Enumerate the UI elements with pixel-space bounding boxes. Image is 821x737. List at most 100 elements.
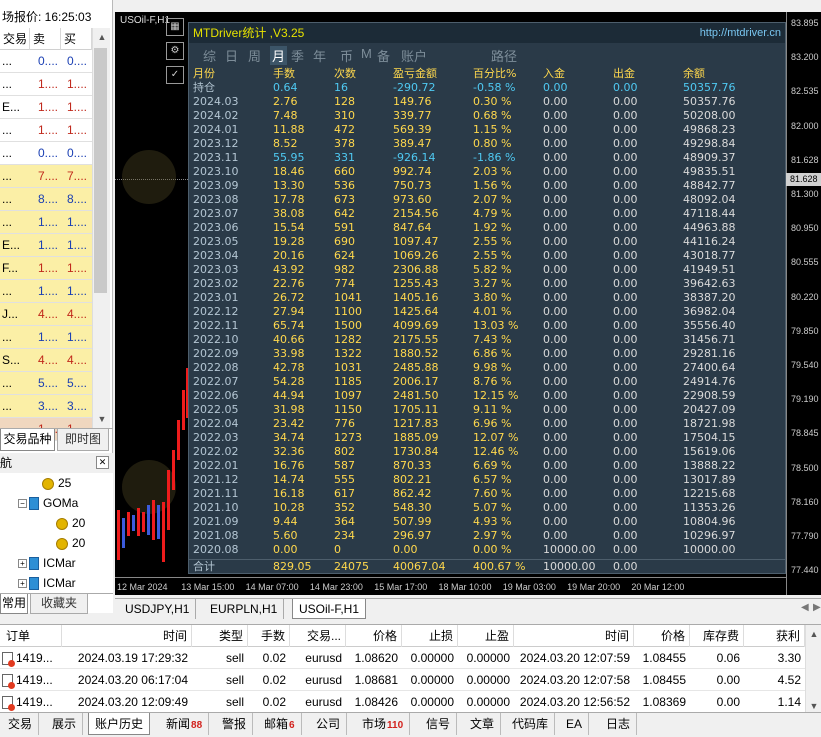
close-icon[interactable]: ✕ (96, 456, 109, 469)
column-header[interactable]: 价格 (634, 625, 690, 647)
table-row[interactable]: 1419... 2024.03.20 06:17:04 sell 0.02 eurusd… (0, 669, 805, 691)
settings-icon[interactable]: ⚙ (166, 42, 184, 60)
tree-item[interactable]: + ICMar (18, 553, 76, 573)
cell-text: 0.02 (262, 695, 286, 709)
tab-common[interactable]: 常用 (0, 594, 28, 614)
cell: 331 (334, 151, 355, 164)
scroll-up-icon[interactable]: ▲ (807, 627, 821, 641)
list-item[interactable]: ... 7.... 7.... (0, 165, 92, 188)
symbol-name: ... (2, 54, 13, 68)
tree-item[interactable]: 25 (42, 473, 71, 493)
cell: 16 (334, 81, 348, 94)
terminal-tab[interactable]: EA (560, 713, 590, 735)
column-symbol[interactable]: 交易 (0, 28, 30, 50)
list-item[interactable]: J... 4.... 4.... (0, 303, 92, 326)
tabs-scroll-right-icon[interactable]: ▶ (813, 602, 821, 613)
table-row[interactable]: 1419... 2024.03.19 17:29:32 sell 0.02 eurusd… (0, 647, 805, 669)
tab-symbols[interactable]: 交易品种 (0, 429, 55, 451)
scroll-up-icon[interactable]: ▲ (95, 30, 109, 44)
cell: 41949.51 (683, 263, 736, 276)
tree-item[interactable]: + ICMar (18, 573, 76, 593)
column-header[interactable]: 止盈 (458, 625, 514, 647)
panel-tab[interactable]: 周 (248, 46, 261, 65)
tree-item[interactable]: − GOMa (18, 493, 78, 513)
price-axis: 83.895 83.200 82.535 82.000 81.628 81.300 80.9… (786, 12, 821, 595)
tree-item[interactable]: 20 (56, 533, 85, 553)
terminal-tab[interactable]: 文章 (464, 713, 502, 735)
list-item[interactable]: ... 1.... 1.... (0, 119, 92, 142)
chart-tab[interactable]: EURPLN,H1 (204, 599, 285, 619)
column-header[interactable]: 订单 (0, 625, 62, 647)
list-item[interactable]: ... 1.... 1.... (0, 280, 92, 303)
scroll-down-icon[interactable]: ▼ (95, 412, 109, 426)
cell: 0.00 (543, 389, 568, 402)
cell: 862.42 (393, 487, 432, 500)
list-item[interactable]: F... 1.... 1.... (0, 257, 92, 280)
terminal-tab[interactable]: 警报 (216, 713, 254, 735)
tree-item[interactable]: 20 (56, 513, 85, 533)
column-header[interactable]: 获利 (744, 625, 805, 647)
list-item[interactable]: ... 1.... 1.... (0, 211, 92, 234)
list-item[interactable]: ... 5.... 5.... (0, 372, 92, 395)
grid-icon[interactable]: ▦ (166, 18, 184, 36)
column-header[interactable]: 库存费 (690, 625, 744, 647)
column-bid[interactable]: 卖 (30, 28, 61, 50)
column-ask[interactable]: 买 (61, 28, 92, 50)
cell: 0.00 (613, 543, 638, 556)
terminal-scrollbar[interactable]: ▲ ▼ (805, 625, 821, 715)
cell: 24914.76 (683, 375, 736, 388)
list-item[interactable]: ... 1.... 1.... (0, 326, 92, 349)
terminal-tab[interactable]: 市场110 (356, 713, 411, 735)
column-header[interactable]: 时间 (514, 625, 634, 647)
terminal-tab[interactable]: 展示 (46, 713, 84, 735)
tab-favorites[interactable]: 收藏夹 (30, 594, 88, 614)
collapse-icon[interactable]: − (18, 499, 27, 509)
panel-url-link[interactable]: http://mtdriver.cn (700, 23, 781, 43)
panel-tab[interactable]: 账户 (401, 46, 427, 65)
terminal-tab[interactable]: 日志 (600, 713, 638, 735)
scroll-down-icon[interactable]: ▼ (807, 699, 821, 713)
terminal-tab[interactable]: 账户历史 (88, 713, 151, 735)
terminal-tab[interactable]: 公司 (310, 713, 348, 735)
cell: 0.00 (543, 193, 568, 206)
list-item[interactable]: ... 8.... 8.... (0, 188, 92, 211)
list-item[interactable]: S... 4.... 4.... (0, 349, 92, 372)
list-item[interactable]: ... 0.... 0.... (0, 50, 92, 73)
terminal-tab[interactable]: 新闻88 (160, 713, 210, 735)
list-item[interactable]: ... 3.... 3.... (0, 395, 92, 418)
expand-icon[interactable]: + (18, 559, 27, 569)
list-item[interactable]: E... 1.... 1.... (0, 234, 92, 257)
chart-tab[interactable]: USDJPY,H1 (119, 599, 197, 619)
panel-tab[interactable]: 日 (225, 46, 238, 65)
column-header[interactable]: 交易... (290, 625, 346, 647)
panel-tab[interactable]: 综 (203, 46, 216, 65)
table-row[interactable]: 1419... 2024.03.20 12:09:49 sell 0.02 eurusd… (0, 691, 805, 713)
panel-tab[interactable]: 备 (377, 46, 390, 65)
check-icon[interactable]: ✓ (166, 66, 184, 84)
column-header[interactable]: 止损 (402, 625, 458, 647)
panel-tab[interactable]: 月 (270, 46, 288, 65)
list-item[interactable]: ... 0.... 0.... (0, 142, 92, 165)
panel-tab[interactable]: 年 (313, 46, 326, 65)
column-header[interactable]: 类型 (192, 625, 248, 647)
expand-icon[interactable]: + (18, 579, 27, 589)
tab-tick-chart[interactable]: 即时图 (57, 429, 109, 451)
panel-tab[interactable]: M (361, 46, 372, 61)
terminal-tab[interactable]: 信号 (420, 713, 458, 735)
table-cell: 0.00000 (458, 647, 514, 669)
column-header[interactable]: 价格 (346, 625, 402, 647)
column-header[interactable]: 时间 (62, 625, 192, 647)
panel-tab[interactable]: 币 (340, 46, 353, 65)
panel-tab[interactable]: 季 (291, 46, 304, 65)
list-item[interactable]: ... 1.... 1.... (0, 73, 92, 96)
symbol-name: F... (2, 261, 19, 275)
column-header[interactable]: 手数 (248, 625, 290, 647)
panel-tab[interactable]: 路径 (491, 46, 517, 65)
scrollbar-thumb[interactable] (94, 48, 107, 293)
terminal-tab[interactable]: 邮箱6 (258, 713, 302, 735)
terminal-tab[interactable]: 交易 (2, 713, 40, 735)
chart-tab-active[interactable]: USOil-F,H1 (292, 599, 367, 619)
tabs-scroll-left-icon[interactable]: ◀ (801, 602, 809, 613)
list-item[interactable]: E... 1.... 1.... (0, 96, 92, 119)
terminal-tab[interactable]: 代码库 (506, 713, 556, 735)
